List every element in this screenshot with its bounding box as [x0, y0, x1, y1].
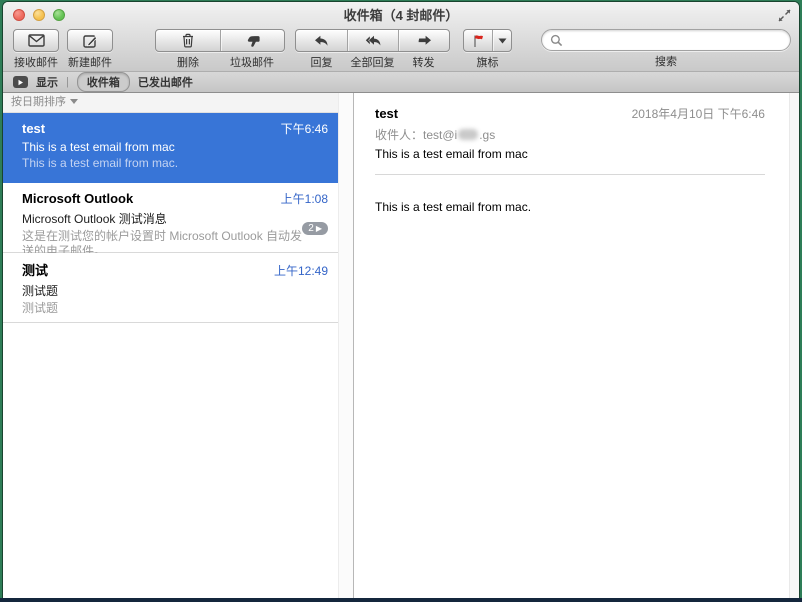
- junk-label: 垃圾邮件: [220, 54, 284, 70]
- message-time: 上午12:49: [274, 262, 328, 279]
- chevron-down-icon: [498, 38, 507, 44]
- thread-count: 2: [308, 223, 314, 234]
- search-group: 搜索: [541, 29, 791, 69]
- thumbs-down-icon: [245, 34, 261, 48]
- reply-all-label: 全部回复: [347, 54, 398, 70]
- message-list-scrollbar[interactable]: [338, 93, 353, 598]
- compose-icon: [68, 30, 112, 51]
- recipient-label: 收件人：: [375, 128, 423, 142]
- email-header: test 2018年4月10日 下午6:46 收件人：test@i .gs Thi…: [375, 105, 765, 161]
- reply-icon: [314, 35, 329, 47]
- show-label[interactable]: 显示: [36, 74, 58, 90]
- email-sender: test: [375, 106, 398, 121]
- email-date: 2018年4月10日 下午6:46: [632, 105, 765, 122]
- show-related-icon[interactable]: [13, 76, 28, 88]
- message-preview: 测试题: [22, 301, 328, 316]
- compose-mail-button[interactable]: [67, 29, 113, 52]
- message-rows: test 下午6:46 This is a test email from ma…: [3, 113, 338, 323]
- search-label: 搜索: [655, 53, 677, 69]
- thread-expand-icon: ▶: [316, 224, 322, 233]
- forward-label: 转发: [398, 54, 449, 70]
- email-recipient-line: 收件人：test@i .gs: [375, 126, 765, 143]
- mail-window: 收件箱（4 封邮件）: [3, 2, 799, 598]
- window-title: 收件箱（4 封邮件）: [3, 5, 799, 24]
- receive-mail-button[interactable]: [13, 29, 59, 52]
- receive-mail-group: 接收邮件: [13, 29, 59, 70]
- traffic-lights: [13, 9, 65, 21]
- zoom-button[interactable]: [53, 9, 65, 21]
- forward-icon: [417, 35, 432, 47]
- content-area: 按日期排序 test 下午6:46 This is a test email f…: [3, 93, 799, 598]
- recipient-redacted-blur: [458, 129, 478, 140]
- message-subject: Microsoft Outlook 测试消息: [22, 210, 328, 227]
- recipient-start: test@i: [423, 128, 457, 142]
- reply-button[interactable]: [296, 30, 347, 51]
- thread-count-badge[interactable]: 2 ▶: [302, 222, 328, 235]
- reply-label: 回复: [296, 54, 347, 70]
- compose-mail-label: 新建邮件: [68, 54, 112, 70]
- message-list-pane: 按日期排序 test 下午6:46 This is a test email f…: [3, 93, 353, 598]
- trash-icon: [181, 33, 195, 48]
- window-chrome: 收件箱（4 封邮件）: [3, 2, 799, 71]
- forward-button[interactable]: [398, 30, 449, 51]
- envelope-icon: [14, 30, 58, 51]
- sort-header[interactable]: 按日期排序: [3, 93, 353, 113]
- close-button[interactable]: [13, 9, 25, 21]
- message-row-2[interactable]: Microsoft Outlook 上午1:08 Microsoft Outlo…: [3, 183, 338, 253]
- email-subject: This is a test email from mac: [375, 147, 765, 161]
- compose-mail-group: 新建邮件: [67, 29, 113, 70]
- message-preview: This is a test email from mac.: [22, 156, 328, 171]
- message-row-1[interactable]: test 下午6:46 This is a test email from ma…: [3, 113, 338, 183]
- search-icon: [550, 34, 563, 47]
- delete-button[interactable]: [156, 30, 220, 51]
- flag-button[interactable]: [464, 30, 492, 51]
- search-field[interactable]: [541, 29, 791, 51]
- message-sender: Microsoft Outlook: [22, 191, 133, 206]
- minimize-button[interactable]: [33, 9, 45, 21]
- flag-label: 旗标: [464, 54, 511, 70]
- toolbar: 接收邮件 新建邮件: [3, 27, 799, 71]
- titlebar[interactable]: 收件箱（4 封邮件）: [3, 2, 799, 27]
- window-bottom-edge: [0, 598, 802, 602]
- recipient-end: .gs: [479, 128, 495, 142]
- tab-sent[interactable]: 已发出邮件: [138, 74, 193, 90]
- reply-all-button[interactable]: [347, 30, 398, 51]
- message-subject: This is a test email from mac: [22, 140, 328, 154]
- fullscreen-icon[interactable]: [777, 8, 792, 23]
- message-time: 下午6:46: [281, 120, 328, 137]
- header-body-divider: [375, 174, 765, 175]
- reply-forward-group: 回复 全部回复 转发: [295, 29, 450, 70]
- favorites-bar: 显示 | 收件箱 已发出邮件: [3, 71, 799, 93]
- sort-label: 按日期排序: [11, 96, 66, 108]
- message-subject: 测试题: [22, 282, 328, 299]
- message-sender: test: [22, 121, 45, 136]
- search-input[interactable]: [567, 33, 782, 47]
- message-row-3[interactable]: 测试 上午12:49 测试题 测试题: [3, 253, 338, 323]
- flag-group: 旗标: [463, 29, 512, 70]
- favorites-separator: |: [66, 76, 69, 88]
- email-body: This is a test email from mac.: [375, 200, 799, 214]
- flag-dropdown-button[interactable]: [492, 30, 511, 51]
- receive-mail-label: 接收邮件: [14, 54, 58, 70]
- message-sender: 测试: [22, 260, 48, 279]
- sort-dropdown-arrow: [70, 99, 78, 104]
- message-time: 上午1:08: [281, 190, 328, 207]
- tab-inbox[interactable]: 收件箱: [77, 72, 130, 92]
- reading-pane-scrollbar[interactable]: [789, 93, 799, 598]
- delete-junk-group: 删除 垃圾邮件: [155, 29, 285, 70]
- reading-pane: test 2018年4月10日 下午6:46 收件人：test@i .gs Thi…: [354, 93, 799, 598]
- reply-all-icon: [365, 35, 382, 47]
- delete-label: 删除: [156, 54, 220, 70]
- junk-button[interactable]: [220, 30, 284, 51]
- flag-icon: [472, 34, 485, 48]
